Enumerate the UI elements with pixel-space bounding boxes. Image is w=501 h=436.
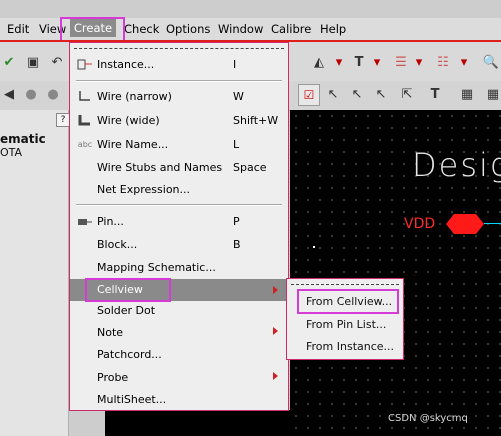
submenu-arrow-icon bbox=[273, 286, 278, 294]
help-icon[interactable]: ? bbox=[56, 113, 70, 127]
vdd-wire bbox=[484, 223, 501, 224]
menu-item-note[interactable]: Note bbox=[70, 323, 288, 343]
menu-item-block[interactable]: Block... B bbox=[70, 235, 288, 255]
instance-icon bbox=[76, 58, 94, 72]
watermark: CSDN @skycmq bbox=[388, 413, 468, 424]
vdd-pin-icon[interactable] bbox=[446, 213, 486, 235]
wire-name-icon: abc bbox=[77, 140, 93, 149]
pointer-plus-icon[interactable]: ↖ bbox=[348, 86, 366, 104]
stop-icon[interactable]: ● bbox=[22, 86, 40, 104]
canvas-dot bbox=[313, 246, 315, 248]
align-icon[interactable]: ☰ bbox=[392, 54, 410, 72]
submenu-arrow-icon bbox=[273, 327, 278, 335]
menu-item-mapping-schematic[interactable]: Mapping Schematic... bbox=[70, 258, 288, 278]
menu-item-wire-name[interactable]: abc Wire Name... L bbox=[70, 135, 288, 155]
undo-icon[interactable]: ↶ bbox=[48, 54, 66, 72]
menu-separator bbox=[76, 80, 282, 82]
distribute-icon[interactable]: ☷ bbox=[434, 54, 452, 72]
menu-item-net-expression[interactable]: Net Expression... bbox=[70, 180, 288, 200]
dropdown-arrow-icon[interactable]: ▾ bbox=[455, 54, 473, 72]
tear-off-line[interactable] bbox=[291, 284, 399, 285]
save-icon[interactable]: ▣ bbox=[24, 54, 42, 72]
create-menu: Instance... I Wire (narrow) W Wire (wide… bbox=[69, 42, 289, 411]
stretch-icon[interactable]: ⇱ bbox=[398, 86, 416, 104]
design-title-text: Desig bbox=[412, 146, 501, 184]
vdd-pin-label: VDD bbox=[404, 216, 436, 232]
zoom-icon[interactable]: 🔍 bbox=[482, 54, 500, 72]
menu-check[interactable]: Check bbox=[124, 22, 159, 36]
menu-item-wire-stubs[interactable]: Wire Stubs and Names Space bbox=[70, 158, 288, 178]
select-tool-icon[interactable]: ☑ bbox=[298, 84, 320, 106]
menu-item-instance[interactable]: Instance... I bbox=[70, 55, 288, 75]
tear-off-line[interactable] bbox=[74, 48, 284, 49]
back-icon[interactable]: ◀ bbox=[0, 86, 18, 104]
panel-subtitle: OTA bbox=[0, 146, 23, 159]
forward-icon[interactable]: ● bbox=[44, 86, 62, 104]
from-cellview-highlight-box bbox=[297, 289, 399, 314]
wire-narrow-icon bbox=[76, 90, 94, 104]
schematic-canvas-lower[interactable] bbox=[105, 410, 290, 436]
area-select-icon[interactable]: ▦ bbox=[458, 86, 476, 104]
menu-item-multisheet[interactable]: MultiSheet... bbox=[70, 390, 288, 410]
flip-icon[interactable]: ◭ bbox=[310, 54, 328, 72]
menu-item-wire-narrow[interactable]: Wire (narrow) W bbox=[70, 87, 288, 107]
menu-edit[interactable]: Edit bbox=[7, 22, 29, 36]
area-select-alt-icon[interactable]: ▦ bbox=[484, 86, 501, 104]
dropdown-arrow-icon[interactable]: ▾ bbox=[410, 54, 428, 72]
menu-item-pin[interactable]: Pin... P bbox=[70, 212, 288, 232]
menu-separator bbox=[76, 204, 282, 206]
menu-item-patchcord[interactable]: Patchcord... bbox=[70, 345, 288, 365]
menu-options[interactable]: Options bbox=[166, 22, 210, 36]
dropdown-arrow-icon[interactable]: ▾ bbox=[330, 54, 348, 72]
dropdown-arrow-icon[interactable]: ▾ bbox=[368, 54, 386, 72]
panel-title: ematic bbox=[0, 132, 46, 146]
wire-pointer-icon[interactable]: ↖ bbox=[372, 86, 390, 104]
submenu-item-from-instance[interactable]: From Instance... bbox=[287, 337, 403, 357]
cellview-highlight-box bbox=[85, 278, 171, 302]
check-save-icon[interactable]: ✔ bbox=[0, 54, 18, 72]
menu-calibre[interactable]: Calibre bbox=[271, 22, 311, 36]
text-select-icon[interactable]: T bbox=[426, 86, 444, 104]
pointer-icon[interactable]: ↖ bbox=[324, 86, 342, 104]
submenu-arrow-icon bbox=[273, 372, 278, 380]
menu-window[interactable]: Window bbox=[218, 22, 263, 36]
navigator-panel: ? ematic OTA bbox=[0, 110, 70, 436]
submenu-item-from-pin-list[interactable]: From Pin List... bbox=[287, 315, 403, 335]
menu-item-wire-wide[interactable]: Wire (wide) Shift+W bbox=[70, 111, 288, 131]
wire-wide-icon bbox=[76, 114, 94, 128]
menu-item-solder-dot[interactable]: Solder Dot bbox=[70, 301, 288, 321]
text-tool-icon[interactable]: T bbox=[350, 54, 368, 72]
menu-item-probe[interactable]: Probe bbox=[70, 368, 288, 388]
menu-help[interactable]: Help bbox=[320, 22, 346, 36]
pin-icon bbox=[76, 215, 94, 229]
